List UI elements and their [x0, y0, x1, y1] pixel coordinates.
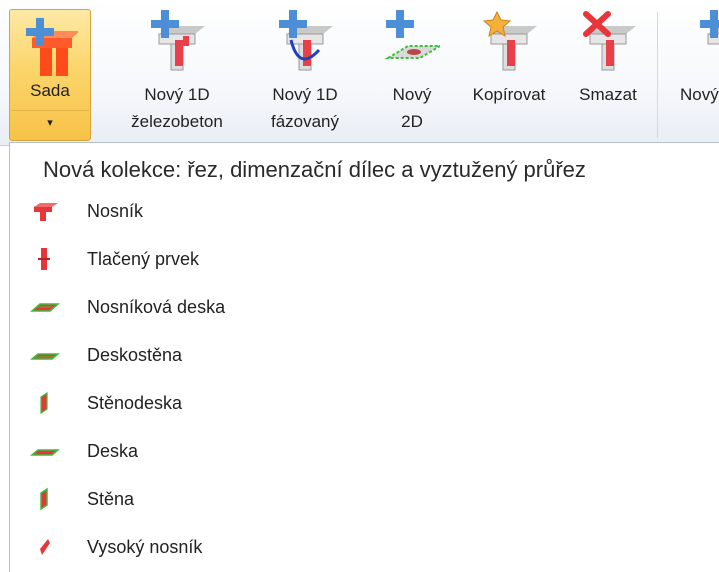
set-split-button[interactable]: Sada ▾ [9, 9, 91, 141]
menu-item-label: Deska [87, 441, 139, 461]
menu-item-label: Deskostěna [87, 345, 183, 365]
deep-beam-icon [40, 539, 50, 555]
ribbon-separator [657, 12, 658, 138]
new-1d-phased-label-line1: Nový 1D [272, 85, 338, 104]
ribbon: Sada ▾ Nový 1D železobeton Nový 1D fázov… [0, 0, 719, 146]
new-1d-rc-button[interactable]: Nový 1D železobeton [118, 6, 236, 142]
new-button[interactable]: Nový [668, 6, 719, 142]
new-1d-phased-label: Nový 1D fázovaný [262, 81, 348, 135]
menu-item-label: Nosníková deska [87, 297, 226, 317]
menu-item-label: Vysoký nosník [87, 537, 203, 557]
set-icon [26, 18, 78, 76]
new-1d-rc-label-line1: Nový 1D [144, 85, 210, 104]
split-divider [11, 110, 89, 111]
new-1d-rc-label: Nový 1D železobeton [118, 81, 236, 135]
new-2d-label: Nový 2D [372, 81, 452, 135]
wall-icon [40, 487, 48, 511]
set-dropdown-menu: Nová kolekce: řez, dimenzační dílec a vy… [9, 142, 719, 572]
copy-button[interactable]: Kopírovat [460, 6, 558, 142]
menu-item-compression-member[interactable]: Tlačený prvek [10, 239, 710, 279]
set-dropdown-arrow[interactable]: ▾ [10, 116, 90, 129]
new-label: Nový [680, 85, 719, 104]
beam-icon [34, 203, 58, 221]
delete-label: Smazat [579, 85, 637, 104]
menu-item-wall-slab[interactable]: Stěnodeska [10, 383, 710, 423]
copy-label: Kopírovat [472, 85, 546, 104]
wall-slab-icon [40, 391, 48, 415]
new-2d-label-line1: Nový [392, 85, 432, 104]
delete-icon [583, 11, 636, 71]
menu-item-label: Nosník [87, 201, 144, 221]
slab-wall-icon [30, 353, 60, 360]
menu-item-label: Stěna [87, 489, 135, 509]
menu-item-slab-wall[interactable]: Deskostěna [10, 335, 710, 375]
slab-icon [30, 449, 60, 456]
menu-item-slab[interactable]: Deska [10, 431, 710, 471]
compression-member-icon [38, 248, 50, 270]
dropdown-title: Nová kolekce: řez, dimenzační dílec a vy… [43, 157, 586, 182]
menu-item-deep-beam[interactable]: Vysoký nosník [10, 527, 710, 567]
new-2d-button[interactable]: Nový 2D [372, 6, 452, 142]
new-1d-phased-label-line2: fázovaný [270, 112, 340, 131]
new-2d-label-line2: 2D [401, 112, 423, 131]
set-button-label: Sada [30, 81, 70, 100]
menu-item-label: Stěnodeska [87, 393, 183, 413]
menu-item-beam[interactable]: Nosník [10, 191, 710, 231]
menu-item-wall[interactable]: Stěna [10, 479, 710, 519]
new-1d-rc-icon [151, 10, 205, 71]
new-icon [700, 10, 719, 45]
new-2d-icon [384, 10, 440, 59]
new-1d-phased-button[interactable]: Nový 1D fázovaný [262, 6, 348, 142]
delete-button[interactable]: Smazat [566, 6, 650, 142]
new-1d-phased-icon [279, 10, 333, 71]
menu-item-beam-slab[interactable]: Nosníková deska [10, 287, 710, 327]
new-1d-rc-label-line2: železobeton [131, 112, 223, 131]
copy-icon [482, 10, 537, 71]
beam-slab-icon [30, 303, 60, 312]
menu-item-label: Tlačený prvek [87, 249, 200, 269]
